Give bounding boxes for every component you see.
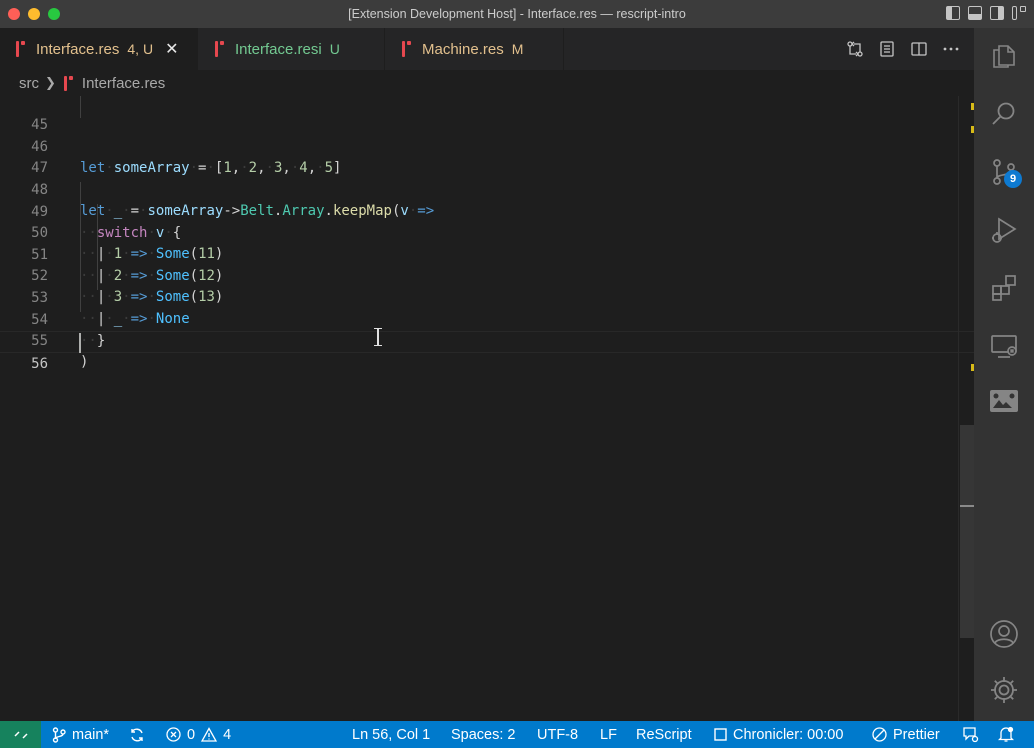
- mouse-ibeam-icon: [373, 328, 382, 346]
- prettier-label: Prettier: [893, 726, 940, 743]
- breadcrumb-folder[interactable]: src: [19, 75, 39, 92]
- toggle-panel-icon[interactable]: [968, 6, 982, 20]
- open-changes-icon[interactable]: [846, 40, 864, 58]
- encoding[interactable]: UTF-8: [537, 721, 578, 748]
- more-actions-icon[interactable]: [942, 40, 960, 58]
- remote-explorer-icon[interactable]: [988, 330, 1020, 362]
- cursor-position-label: Ln 56, Col 1: [352, 726, 431, 743]
- customize-layout-icon[interactable]: [1012, 6, 1026, 20]
- chronicler-label: Chronicler: 00:00: [733, 726, 844, 743]
- breadcrumb: src ❯ Interface.res: [0, 70, 974, 96]
- code-line: 45: [0, 96, 974, 133]
- code-line: 48 let·_·=·someArray->Belt.Array.keepMap…: [0, 158, 974, 220]
- vertical-scrollbar[interactable]: [960, 425, 974, 638]
- chronicler-status[interactable]: Chronicler: 00:00: [714, 721, 843, 748]
- tab-label: Interface.res: [36, 40, 120, 58]
- warning-icon: [201, 727, 218, 742]
- feedback-icon: [963, 727, 979, 743]
- encoding-label: UTF-8: [537, 726, 579, 743]
- rescript-file-icon: [215, 41, 225, 57]
- indentation-label: Spaces: 2: [451, 726, 516, 743]
- problems-indicator[interactable]: 0 4: [166, 721, 231, 748]
- code-line: 55 ): [0, 309, 974, 371]
- layout-controls: [946, 6, 1026, 20]
- remote-icon: [13, 730, 28, 739]
- status-bar: main* 0 4 Ln 56, Col 1 Spaces: 2 UTF-8 L…: [0, 721, 1034, 748]
- toggle-primary-sidebar-icon[interactable]: [946, 6, 960, 20]
- scrollbar-cursor-marker: [960, 505, 974, 507]
- open-preview-icon[interactable]: [878, 40, 896, 58]
- code-line: 49 ··switch·v·{: [0, 180, 974, 242]
- toggle-secondary-sidebar-icon[interactable]: [990, 6, 1004, 20]
- extensions-icon[interactable]: [988, 272, 1020, 304]
- title-bar: [Extension Development Host] - Interface…: [0, 0, 1034, 28]
- line-content: ): [80, 354, 89, 371]
- git-branch-icon: [52, 726, 66, 743]
- warning-count: 4: [223, 726, 232, 743]
- rescript-file-icon: [63, 75, 74, 91]
- run-debug-icon[interactable]: [988, 214, 1020, 246]
- rescript-file-icon: [16, 41, 26, 57]
- cursor-position[interactable]: Ln 56, Col 1: [352, 721, 430, 748]
- branch-indicator[interactable]: main*: [52, 721, 109, 748]
- chronicler-icon[interactable]: [988, 386, 1020, 418]
- split-editor-icon[interactable]: [910, 40, 928, 58]
- activity-bar: 9: [974, 28, 1034, 721]
- tab-interface-res[interactable]: Interface.res 4, U ✕: [0, 28, 198, 70]
- code-line: 53 ··|·_·=>·None: [0, 266, 974, 328]
- tab-label: Interface.resi: [235, 40, 322, 58]
- tab-status: M: [511, 41, 524, 57]
- remote-indicator[interactable]: [0, 721, 41, 748]
- feedback-button[interactable]: [962, 721, 979, 748]
- window-title: [Extension Development Host] - Interface…: [348, 7, 686, 21]
- code-editor[interactable]: 45 46 let·someArray·=·[1,·2,·3,·4,·5] 47…: [0, 96, 974, 721]
- tab-interface-resi[interactable]: Interface.resi U: [199, 28, 385, 70]
- error-icon: [166, 727, 181, 742]
- gear-icon[interactable]: [988, 674, 1020, 706]
- sync-button[interactable]: [129, 721, 145, 748]
- tab-status: U: [329, 41, 340, 57]
- notifications-button[interactable]: [998, 721, 1014, 748]
- code-line: 47: [0, 136, 974, 176]
- breadcrumb-file[interactable]: Interface.res: [82, 75, 165, 92]
- search-icon[interactable]: [988, 98, 1020, 130]
- source-control-badge: 9: [1004, 170, 1022, 188]
- language-mode[interactable]: ReScript: [636, 721, 692, 748]
- chevron-right-icon: ❯: [45, 75, 56, 90]
- code-line: 50 ··|·1·=>·Some(11): [0, 201, 974, 263]
- accounts-icon[interactable]: [988, 618, 1020, 650]
- explorer-icon[interactable]: [988, 40, 1020, 72]
- code-line-current: 56: [0, 331, 974, 372]
- record-square-icon: [714, 728, 727, 741]
- editor-actions: [846, 40, 960, 58]
- editor-tab-bar: Interface.res 4, U ✕ Interface.resi U Ma…: [0, 28, 974, 70]
- prettier-status[interactable]: Prettier: [872, 721, 940, 748]
- prettier-disabled-icon: [872, 727, 887, 742]
- branch-name: main*: [72, 726, 110, 743]
- bell-icon: [998, 726, 1014, 742]
- sync-icon: [131, 728, 143, 741]
- eol-label: LF: [600, 726, 617, 743]
- error-count: 0: [187, 726, 196, 743]
- code-line: 52 ··|·3·=>·Some(13): [0, 244, 974, 306]
- end-of-line[interactable]: LF: [600, 721, 617, 748]
- language-label: ReScript: [636, 726, 692, 743]
- tab-label: Machine.res: [422, 40, 504, 58]
- tab-machine-res[interactable]: Machine.res M: [386, 28, 564, 70]
- line-number: 56: [31, 355, 48, 372]
- rescript-file-icon: [402, 41, 412, 57]
- indentation[interactable]: Spaces: 2: [451, 721, 516, 748]
- code-line: 54 ··}: [0, 288, 974, 350]
- close-icon[interactable]: ✕: [165, 39, 178, 59]
- code-line: 51 ··|·2·=>·Some(12): [0, 223, 974, 285]
- code-line: 46 let·someArray·=·[1,·2,·3,·4,·5]: [0, 115, 974, 177]
- text-cursor: [79, 333, 81, 353]
- tab-status: 4, U: [127, 41, 154, 57]
